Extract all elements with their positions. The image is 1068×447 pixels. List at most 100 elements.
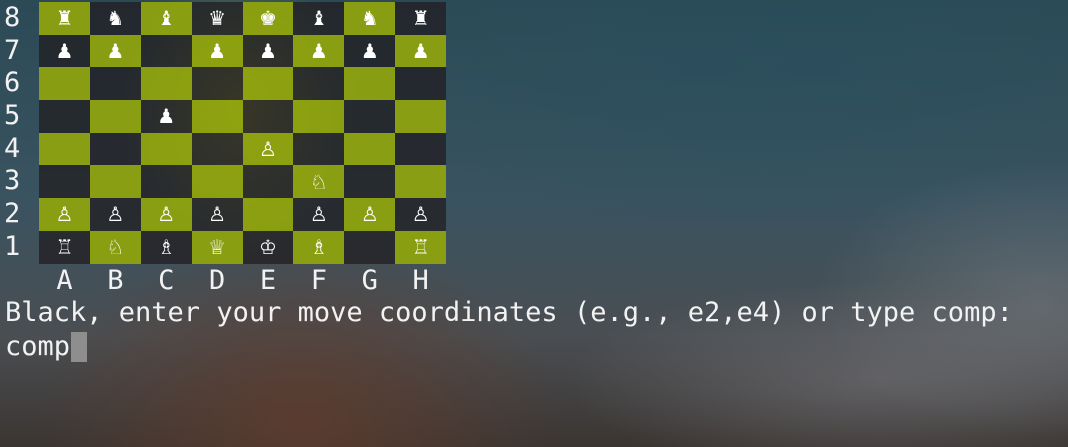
piece: ♘ [106,235,125,260]
piece: ♛ [208,6,227,31]
board-rank-8: 8 ♜ ♞ ♝ ♛ ♚ ♝ ♞ ♜ [0,2,447,35]
piece: ♟ [157,104,176,129]
piece: ♙ [259,137,277,162]
square-a7: ♟ [39,34,90,68]
command-input[interactable]: comp [5,330,88,364]
piece: ♞ [106,6,125,31]
file-label: E [259,264,277,296]
piece: ♟ [259,39,277,64]
file-label: F [310,264,328,296]
square-c6 [140,67,192,101]
piece: ♟ [411,39,430,64]
square-f1: ♗ [293,230,345,264]
board-rank-5: 5 ♟ [0,100,447,133]
square-c3 [140,165,192,199]
square-h3 [395,165,447,199]
rank-label: 6 [4,67,21,99]
square-a8: ♜ [39,2,90,35]
square-e8: ♚ [242,2,294,35]
piece: ♙ [106,202,125,227]
square-g7: ♟ [344,34,396,68]
board-rank-7: 7 ♟ ♟ ♟ ♟ ♟ ♟ ♟ [0,34,447,68]
piece: ♖ [55,235,74,260]
board-rank-4: 4 ♙ [0,132,447,166]
square-d8: ♛ [191,2,243,35]
square-e1: ♔ [242,230,294,264]
board-rank-1: 1 ♖ ♘ ♗ ♕ ♔ ♗ ♖ [0,230,447,264]
square-d6 [191,67,243,101]
square-e5 [242,100,294,133]
piece: ♚ [259,6,277,31]
square-d3 [191,165,243,199]
square-d5 [191,100,243,133]
piece: ♟ [208,39,227,64]
square-a5 [39,100,90,133]
file-label: B [107,264,124,296]
piece: ♗ [309,235,328,260]
square-b3 [89,165,141,199]
square-g4 [344,132,396,166]
square-f4 [293,132,345,166]
square-g2: ♙ [344,198,396,231]
square-h1: ♖ [395,230,447,264]
square-e2 [242,198,294,231]
square-f6 [293,67,345,101]
square-f7: ♟ [293,34,345,68]
square-h2: ♙ [395,198,447,231]
rank-label: 3 [4,165,21,197]
piece: ♕ [208,235,227,260]
terminal-window: 8 ♜ ♞ ♝ ♛ ♚ ♝ ♞ ♜ 7 ♟ ♟ ♟ ♟ ♟ ♟ ♟ 6 5 ♟ 4 ♙ 3 ♘ 2 ♙ ♙ ♙ ♙ ♙ ♙ ♙ 1 ♖ ♘ ♗ ♕ ♔ ♗ ♖… [0,0,1068,447]
square-a6 [39,67,90,101]
piece: ♟ [106,39,125,64]
rank-label: 7 [4,34,21,66]
square-f8: ♝ [293,2,345,35]
square-h7: ♟ [395,34,447,68]
piece: ♟ [55,39,74,64]
file-label: D [208,264,226,296]
piece: ♗ [157,235,176,260]
piece: ♙ [309,202,328,227]
square-e3 [242,165,294,199]
square-d1: ♕ [191,230,243,264]
square-h5 [395,100,447,133]
file-labels: A B C D E F G H [39,264,446,298]
rank-label: 8 [4,2,21,33]
square-f3: ♘ [293,165,345,199]
square-b2: ♙ [89,198,141,231]
square-g6 [344,67,396,101]
square-c4 [140,132,192,166]
square-c7 [140,34,192,68]
square-e4: ♙ [242,132,294,166]
square-b7: ♟ [89,34,141,68]
square-b5 [89,100,141,133]
square-g5 [344,100,396,133]
square-h6 [395,67,447,101]
board-rank-2: 2 ♙ ♙ ♙ ♙ ♙ ♙ ♙ [0,198,447,231]
command-input-text: comp [5,331,71,362]
piece: ♙ [55,202,74,227]
square-c8: ♝ [140,2,192,35]
file-label: A [56,264,73,296]
piece: ♟ [309,39,328,64]
square-h8: ♜ [395,2,447,35]
square-c1: ♗ [140,230,192,264]
square-f5 [293,100,345,133]
square-d7: ♟ [191,34,243,68]
square-g1 [344,230,396,264]
board-rank-3: 3 ♘ [0,165,447,199]
square-e7: ♟ [242,34,294,68]
piece: ♙ [208,202,227,227]
piece: ♖ [411,235,430,260]
piece: ♞ [360,6,379,31]
square-b1: ♘ [89,230,141,264]
square-a2: ♙ [39,198,90,231]
piece: ♜ [411,6,430,31]
move-prompt: Black, enter your move coordinates (e.g.… [5,297,1013,328]
square-e6 [242,67,294,101]
square-d2: ♙ [191,198,243,231]
square-d4 [191,132,243,166]
square-c2: ♙ [140,198,192,231]
rank-label: 5 [4,100,21,132]
file-label: H [412,264,429,296]
rank-label: 4 [4,132,21,164]
